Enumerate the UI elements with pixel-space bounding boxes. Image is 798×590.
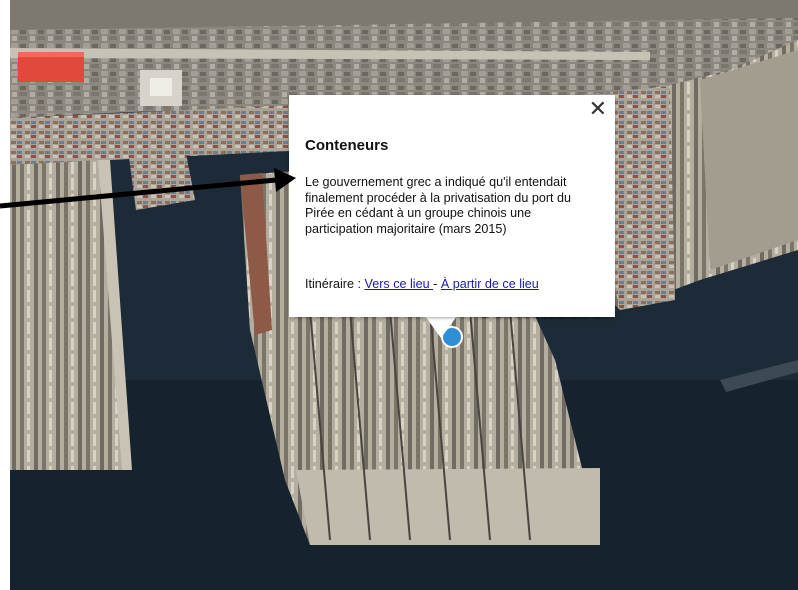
route-from-link[interactable]: À partir de ce lieu [441, 277, 539, 291]
route-line: Itinéraire : Vers ce lieu - À partir de … [305, 277, 539, 291]
info-popup: ✕ Conteneurs Le gouvernement grec a indi… [289, 95, 615, 317]
route-to-link[interactable]: Vers ce lieu [365, 277, 434, 291]
popup-title: Conteneurs [305, 137, 389, 154]
map-screenshot: Conteneurs ✕ Conteneurs Le gouvernement … [0, 0, 798, 590]
close-icon[interactable]: ✕ [589, 98, 607, 122]
route-separator: - [433, 277, 441, 291]
popup-tail [425, 316, 457, 338]
route-label: Itinéraire : [305, 277, 365, 291]
popup-description: Le gouvernement grec a indiqué qu'il ent… [305, 175, 572, 236]
